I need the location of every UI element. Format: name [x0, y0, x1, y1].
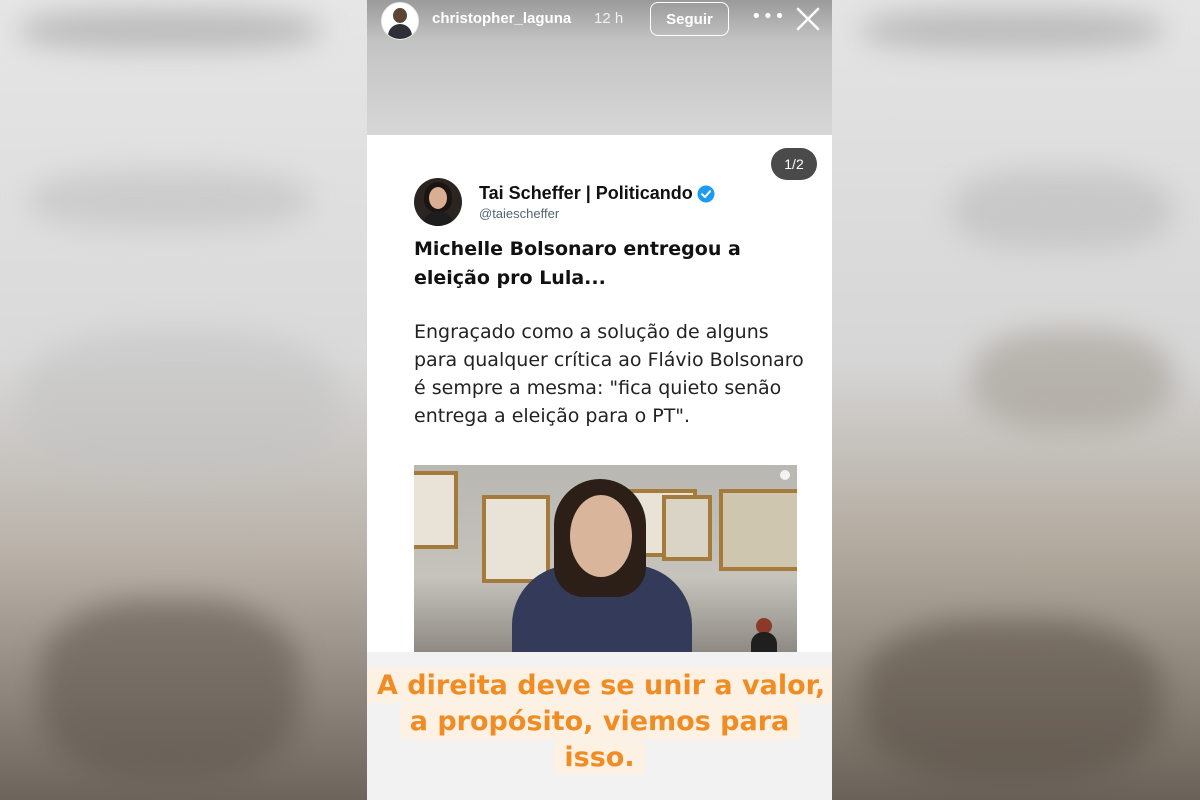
page-indicator: 1/2	[771, 148, 817, 180]
tweet-body: Engraçado como a solução de alguns para …	[414, 321, 804, 427]
tweet-video-thumbnail	[414, 465, 797, 652]
tweet-author-avatar	[414, 178, 462, 226]
story-caption-area: A direita deve se unir a valor, a propós…	[367, 652, 832, 800]
user-avatar[interactable]	[381, 2, 419, 40]
backdrop-right	[832, 0, 1200, 800]
close-icon[interactable]	[795, 6, 821, 32]
tweet-author-name: Tai Scheffer | Politicando	[479, 183, 693, 203]
story-header: christopher_laguna 12 h Seguir •••	[367, 0, 832, 42]
video-indicator-icon	[780, 470, 790, 480]
tweet-card: 1/2 Tai Scheffer | Politicando @taiesche…	[367, 135, 832, 652]
backdrop-left	[0, 0, 367, 800]
more-options-icon[interactable]: •••	[751, 8, 785, 30]
post-time: 12 h	[594, 10, 624, 27]
story-caption-text: A direita deve se unir a valor, a propós…	[367, 668, 832, 775]
verified-badge-icon	[697, 185, 715, 203]
username[interactable]: christopher_laguna	[432, 10, 571, 27]
tweet-author-handle: @taiescheffer	[479, 206, 560, 221]
follow-button[interactable]: Seguir	[650, 2, 729, 36]
sign-language-interpreter	[749, 618, 779, 652]
tweet-headline: Michelle Bolsonaro entregou a eleição pr…	[414, 238, 741, 289]
story-viewer: christopher_laguna 12 h Seguir ••• 1/2 T…	[367, 0, 832, 800]
story-caption: A direita deve se unir a valor, a propós…	[367, 668, 832, 776]
